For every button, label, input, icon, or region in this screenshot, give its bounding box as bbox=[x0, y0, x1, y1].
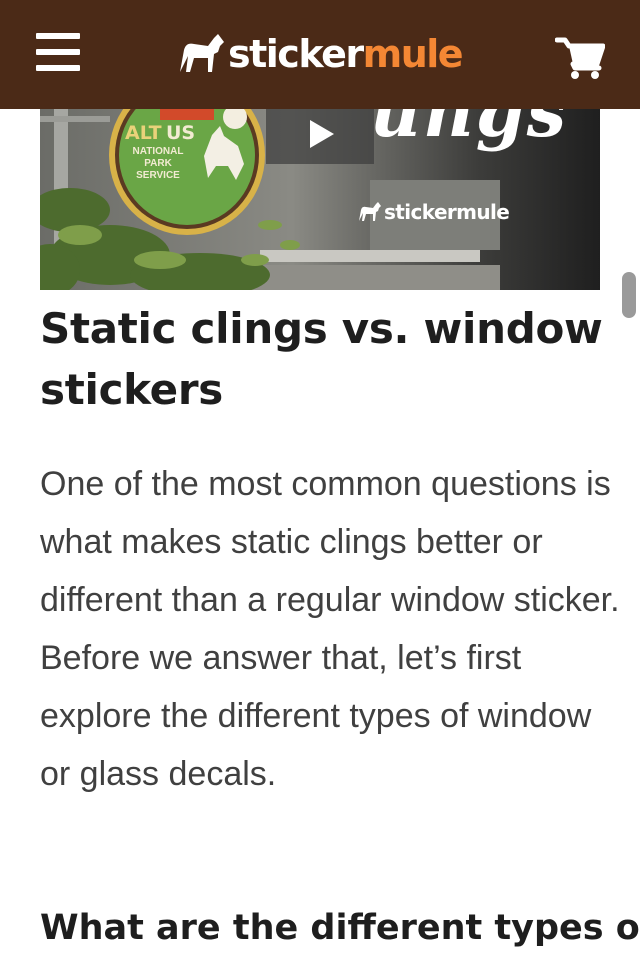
article-paragraph: One of the most common questions is what… bbox=[40, 465, 620, 793]
hamburger-menu-icon[interactable] bbox=[36, 31, 82, 73]
scrollbar-thumb[interactable] bbox=[622, 272, 636, 318]
badge-line-1: NATIONAL bbox=[132, 146, 184, 157]
play-icon bbox=[310, 120, 334, 148]
video-watermark-text: stickermule bbox=[384, 200, 510, 224]
shopping-cart-icon[interactable] bbox=[555, 36, 605, 80]
stickermule-logo[interactable]: sticker mule bbox=[178, 28, 464, 80]
play-button[interactable] bbox=[266, 104, 374, 164]
badge-line-3: SERVICE bbox=[136, 170, 180, 181]
badge-alt-text: ALT bbox=[125, 122, 162, 144]
badge-line-2: PARK bbox=[144, 158, 172, 169]
logo-text-sticker: sticker bbox=[228, 32, 364, 76]
section-subheading: What are the different types of bbox=[40, 908, 640, 948]
horse-icon bbox=[359, 202, 381, 221]
logo-text-mule: mule bbox=[362, 32, 464, 76]
site-header: sticker mule bbox=[0, 0, 640, 109]
horse-logo-icon bbox=[180, 34, 224, 72]
video-watermark-logo: stickermule bbox=[358, 200, 510, 224]
badge-us-text: US bbox=[166, 122, 196, 144]
article-title: Static clings vs. window stickers bbox=[40, 304, 603, 414]
